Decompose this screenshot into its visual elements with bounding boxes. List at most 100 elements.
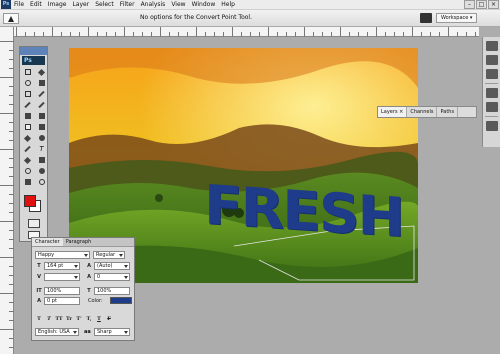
tab-layers[interactable]: Layers × <box>378 107 408 117</box>
menu-file[interactable]: File <box>11 0 27 10</box>
menu-select[interactable]: Select <box>92 0 117 10</box>
menu-filter[interactable]: Filter <box>117 0 138 10</box>
small-caps-button[interactable]: Tr <box>65 315 73 323</box>
ruler-tick <box>160 27 161 37</box>
ruler-tick <box>313 32 314 37</box>
ruler-tick <box>9 212 14 213</box>
pen-tool-icon[interactable] <box>22 144 33 154</box>
tab-character[interactable]: Character <box>32 238 63 246</box>
info-icon[interactable] <box>486 69 498 79</box>
horizontal-ruler[interactable] <box>14 27 479 37</box>
shape-tool-icon[interactable] <box>36 155 47 165</box>
move-tool-icon[interactable] <box>36 67 47 77</box>
superscript-button[interactable]: T' <box>75 315 83 323</box>
antialias-select[interactable]: Sharp <box>94 328 130 336</box>
underline-button[interactable]: T <box>95 315 103 323</box>
horizontal-scale-icon: T <box>87 288 91 294</box>
ruler-tick <box>187 32 188 37</box>
menu-image[interactable]: Image <box>45 0 70 10</box>
hand-tool-icon[interactable] <box>22 177 33 187</box>
baseline-shift-field[interactable]: 0 pt <box>44 297 80 305</box>
menu-layer[interactable]: Layer <box>69 0 92 10</box>
ruler-tick <box>0 293 14 294</box>
ruler-tick <box>0 77 14 78</box>
dodge-tool-icon[interactable] <box>36 133 47 143</box>
clone-stamp-icon[interactable] <box>22 111 33 121</box>
faux-bold-button[interactable]: T <box>35 315 43 323</box>
ruler-tick <box>43 32 44 37</box>
tools-panel-header[interactable] <box>20 47 47 55</box>
histogram-icon[interactable] <box>486 55 498 65</box>
quick-mask-button[interactable] <box>28 219 40 228</box>
navigator-icon[interactable] <box>486 41 498 51</box>
zoom-tool-icon[interactable] <box>36 177 47 187</box>
tab-channels[interactable]: Channels <box>407 107 438 117</box>
healing-brush-icon[interactable] <box>22 100 33 110</box>
ruler-tick <box>259 32 260 37</box>
language-select[interactable]: English: USA <box>35 328 79 336</box>
vertical-ruler[interactable] <box>0 27 14 354</box>
menu-window[interactable]: Window <box>189 0 219 10</box>
ruler-tick <box>9 176 14 177</box>
menu-bar: Ps File Edit Image Layer Select Filter A… <box>0 0 500 10</box>
minimize-button[interactable]: – <box>464 0 475 9</box>
menu-help[interactable]: Help <box>218 0 238 10</box>
vertical-scale-field[interactable]: 100% <box>44 287 80 295</box>
all-caps-button[interactable]: TT <box>55 315 63 323</box>
text-color-swatch[interactable] <box>110 297 132 304</box>
swatches-icon[interactable] <box>486 88 498 98</box>
ruler-tick <box>0 113 14 114</box>
convert-point-tool-icon[interactable] <box>3 13 19 24</box>
ruler-tick <box>9 194 14 195</box>
ruler-tick <box>295 32 296 37</box>
subscript-button[interactable]: T, <box>85 315 93 323</box>
tab-paragraph[interactable]: Paragraph <box>63 238 95 246</box>
lasso-tool-icon[interactable] <box>22 78 33 88</box>
magic-wand-icon[interactable] <box>36 78 47 88</box>
crop-tool-icon[interactable] <box>22 89 33 99</box>
ruler-tick <box>9 140 14 141</box>
workspace-dropdown[interactable]: Workspace ▾ <box>436 13 478 23</box>
color-label: Color: <box>88 298 103 304</box>
antialias-icon: aa <box>84 329 91 335</box>
blur-tool-icon[interactable] <box>22 133 33 143</box>
tracking-icon: A <box>87 274 91 280</box>
kerning-field[interactable] <box>44 273 80 281</box>
foreground-color-swatch[interactable] <box>24 195 36 207</box>
ruler-tick <box>340 27 341 37</box>
fresh-text-layer[interactable]: FRESH <box>204 173 403 249</box>
adjustments-icon[interactable] <box>486 102 498 112</box>
font-family-select[interactable]: Happy <box>35 251 90 259</box>
ruler-tick <box>9 59 14 60</box>
eraser-tool-icon[interactable] <box>22 122 33 132</box>
strikethrough-button[interactable]: F <box>105 315 113 323</box>
3d-orbit-icon[interactable] <box>36 166 47 176</box>
type-tool-icon[interactable]: T <box>36 144 47 154</box>
gradient-tool-icon[interactable] <box>36 122 47 132</box>
history-brush-icon[interactable] <box>36 111 47 121</box>
actions-icon[interactable] <box>486 121 498 131</box>
leading-field[interactable]: (Auto) <box>94 262 130 270</box>
font-size-field[interactable]: 164 pt <box>44 262 80 270</box>
tracking-field[interactable]: 0 <box>94 273 130 281</box>
faux-italic-button[interactable]: T <box>45 315 53 323</box>
ruler-tick <box>475 32 476 37</box>
marquee-tool-icon[interactable] <box>22 67 33 77</box>
path-selection-icon[interactable] <box>22 155 33 165</box>
ruler-tick <box>133 32 134 37</box>
close-button[interactable]: × <box>488 0 499 9</box>
slice-tool-icon[interactable] <box>36 89 47 99</box>
ruler-tick <box>9 311 14 312</box>
font-style-select[interactable]: Regular <box>93 251 125 259</box>
brush-tool-icon[interactable] <box>36 100 47 110</box>
menu-view[interactable]: View <box>168 0 188 10</box>
3d-rotate-icon[interactable] <box>22 166 33 176</box>
ruler-tick <box>9 95 14 96</box>
tab-paths[interactable]: Paths <box>437 107 459 117</box>
ruler-tick <box>430 32 431 37</box>
workspace-icon[interactable] <box>420 13 432 23</box>
menu-analysis[interactable]: Analysis <box>138 0 169 10</box>
maximize-button[interactable]: □ <box>476 0 487 9</box>
menu-edit[interactable]: Edit <box>27 0 45 10</box>
horizontal-scale-field[interactable]: 100% <box>94 287 130 295</box>
